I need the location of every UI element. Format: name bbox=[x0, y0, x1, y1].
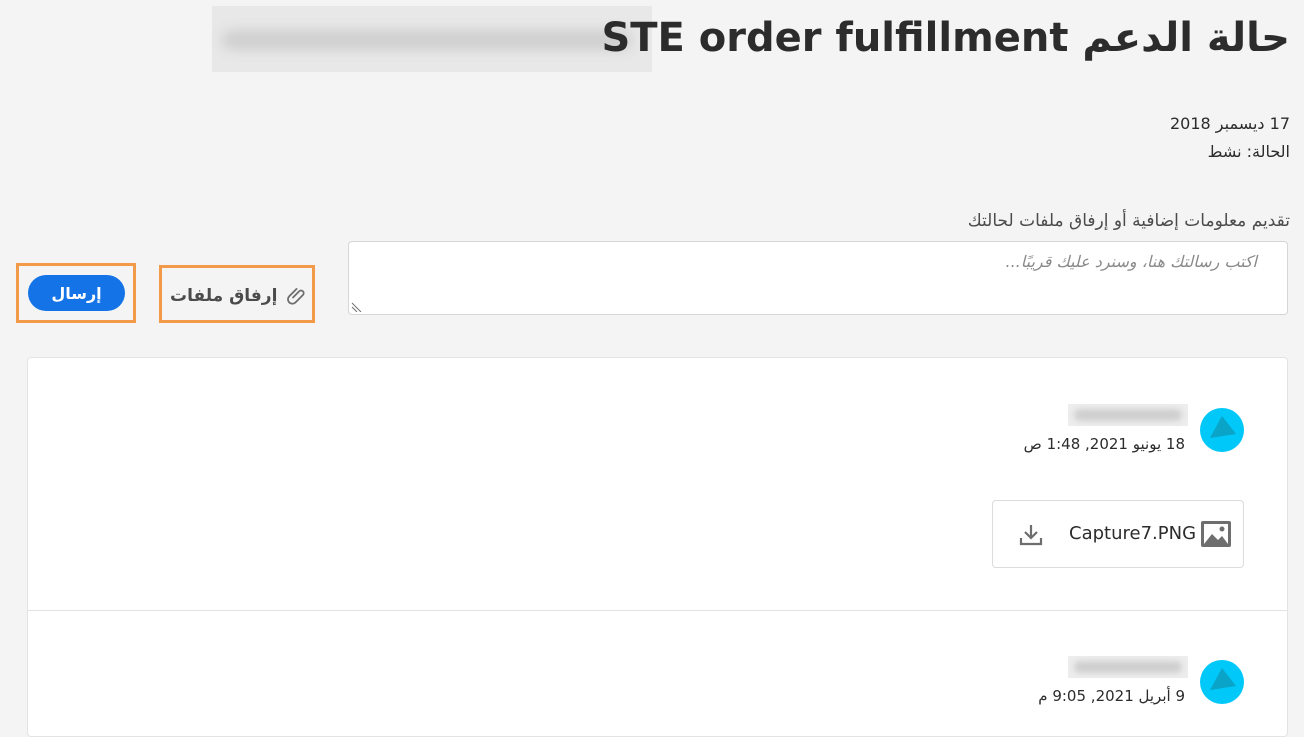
message-input-container[interactable] bbox=[348, 241, 1288, 315]
send-button[interactable]: إرسال bbox=[28, 275, 125, 311]
send-highlight: إرسال bbox=[16, 263, 136, 323]
attachment-file-name: Capture7.PNG bbox=[1069, 523, 1197, 544]
attach-files-button[interactable]: إرفاق ملفات bbox=[170, 282, 309, 310]
message-timestamp: 9 أبريل 2021, 9:05 م bbox=[1038, 687, 1185, 705]
compose-label: تقديم معلومات إضافية أو إرفاق ملفات لحال… bbox=[967, 211, 1290, 231]
attach-files-label: إرفاق ملفات bbox=[170, 286, 278, 306]
case-date: 17 ديسمبر 2018 bbox=[1169, 114, 1290, 133]
redacted-author-name bbox=[1068, 656, 1188, 678]
case-status: الحالة: نشط bbox=[1207, 142, 1290, 161]
thread-divider bbox=[28, 610, 1287, 611]
message-thread: 18 يونيو 2021, 1:48 ص Capture7.PNG 9 أبر… bbox=[27, 357, 1288, 737]
resize-handle-icon[interactable] bbox=[351, 300, 363, 312]
redacted-title-segment bbox=[212, 6, 652, 72]
message-timestamp: 18 يونيو 2021, 1:48 ص bbox=[1023, 435, 1185, 453]
page-title: حالة الدعم STE order fulfillment bbox=[601, 15, 1290, 61]
redacted-author-name bbox=[1068, 404, 1188, 426]
attachment-card[interactable]: Capture7.PNG bbox=[992, 500, 1244, 568]
avatar bbox=[1200, 660, 1244, 704]
paperclip-icon bbox=[287, 288, 305, 305]
message-input[interactable] bbox=[349, 242, 1287, 314]
attach-files-highlight: إرفاق ملفات bbox=[159, 265, 315, 323]
avatar bbox=[1200, 408, 1244, 452]
image-icon bbox=[1201, 521, 1231, 547]
download-icon[interactable] bbox=[1019, 523, 1043, 547]
